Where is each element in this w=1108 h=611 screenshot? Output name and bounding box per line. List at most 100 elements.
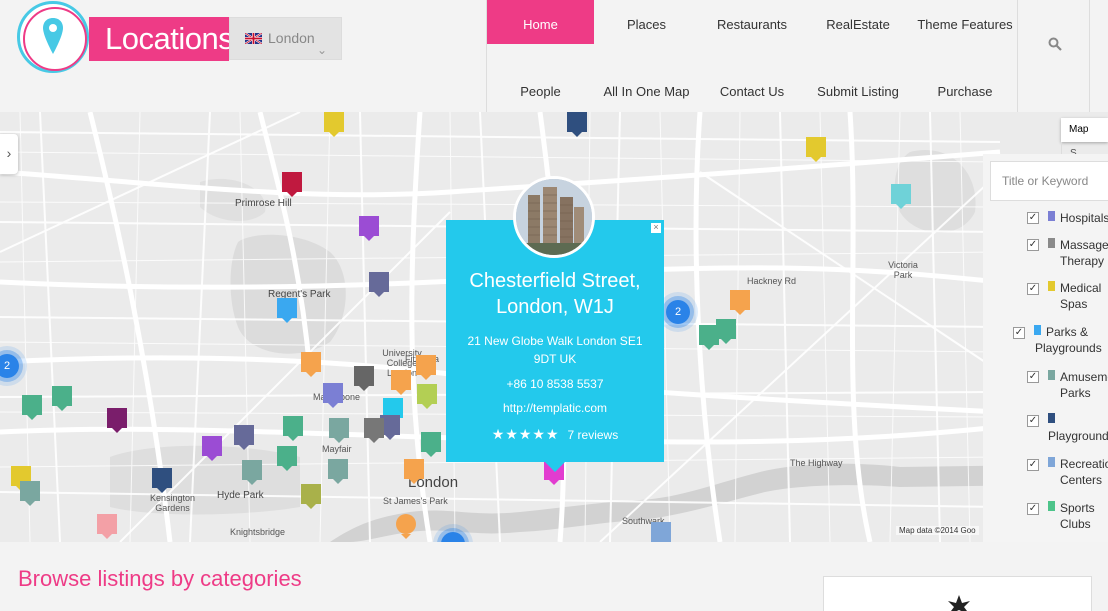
sidebar-widget <box>823 576 1092 611</box>
logo-text[interactable]: Locations <box>89 17 234 61</box>
map-marker[interactable] <box>716 319 736 344</box>
map-marker[interactable] <box>404 459 424 484</box>
map-label: Hyde Park <box>217 490 264 501</box>
popup-title[interactable]: Chesterfield Street, London, W1J <box>456 268 654 320</box>
category-label: Amusement Parks <box>1060 370 1108 400</box>
search-icon <box>1048 37 1062 51</box>
main-nav: Home Places Restaurants RealEstate Theme… <box>486 0 1018 112</box>
map-marker[interactable] <box>202 436 222 461</box>
category-label: Medical Spas <box>1060 281 1102 311</box>
map-canvas[interactable]: Primrose Hill Regent's Park University C… <box>0 112 1108 542</box>
map-marker[interactable] <box>359 216 379 241</box>
map-marker[interactable] <box>354 366 374 391</box>
map-marker[interactable] <box>20 481 40 506</box>
search-button[interactable] <box>1017 0 1090 112</box>
chevron-right-icon: › <box>6 145 12 161</box>
listing-info-popup: × Chesterfield Street, London, W1J 21 Ne… <box>446 176 664 472</box>
map-marker[interactable] <box>369 272 389 297</box>
map-marker[interactable] <box>282 172 302 197</box>
map-marker[interactable] <box>107 408 127 433</box>
listing-photo[interactable] <box>513 176 595 258</box>
map-label: Victoria Park <box>888 260 918 280</box>
map-label: Kensington Gardens <box>149 493 196 513</box>
map-marker[interactable] <box>277 298 297 323</box>
map-marker[interactable] <box>416 355 436 380</box>
nav-realestate[interactable]: RealEstate <box>805 0 911 44</box>
nav-home[interactable]: Home <box>487 0 594 44</box>
category-checkbox[interactable]: ✓ <box>1027 239 1039 251</box>
map-marker[interactable] <box>277 446 297 471</box>
category-color-tag <box>1048 457 1055 467</box>
category-label: Playgrounds <box>1048 429 1108 443</box>
map-marker[interactable] <box>283 416 303 441</box>
category-label: Recreation Centers <box>1060 457 1108 487</box>
map-type-map-button[interactable]: Map <box>1061 118 1096 142</box>
map-marker[interactable] <box>396 514 416 539</box>
map-marker[interactable] <box>328 459 348 484</box>
popup-close-button[interactable]: × <box>651 223 661 233</box>
content-section: Browse listings by categories <box>0 542 1108 611</box>
map-marker[interactable] <box>22 395 42 420</box>
star-rating-icon: ★★★★★ <box>491 426 560 442</box>
category-checkbox[interactable]: ✓ <box>1027 212 1039 224</box>
map-marker[interactable] <box>567 112 587 137</box>
city-selector[interactable]: London ⌄ <box>229 17 342 60</box>
category-checkbox[interactable]: ✓ <box>1027 503 1039 515</box>
map-marker[interactable] <box>329 418 349 443</box>
popup-address: 21 New Globe Walk London SE1 9DT UK <box>467 334 643 366</box>
chevron-down-icon: ⌄ <box>316 43 327 57</box>
map-marker[interactable] <box>323 383 343 408</box>
map-marker[interactable] <box>891 184 911 209</box>
browse-categories-heading: Browse listings by categories <box>18 566 302 591</box>
map-attribution: Map data ©2014 Goo <box>896 526 979 535</box>
keyword-search-input[interactable]: Title or Keyword <box>990 161 1108 201</box>
category-checkbox[interactable]: ✓ <box>1027 459 1039 471</box>
map-expand-toggle[interactable]: › <box>0 134 18 174</box>
nav-purchase[interactable]: Purchase <box>911 67 1019 111</box>
nav-theme-features[interactable]: Theme Features <box>911 0 1019 44</box>
map-marker[interactable] <box>364 418 384 443</box>
category-checkbox[interactable]: ✓ <box>1027 371 1039 383</box>
map-marker[interactable] <box>301 484 321 509</box>
category-color-tag <box>1048 370 1055 380</box>
map-marker[interactable] <box>97 514 117 539</box>
category-checkbox[interactable]: ✓ <box>1027 415 1039 427</box>
nav-contact-us[interactable]: Contact Us <box>699 67 805 111</box>
map-label: Knightsbridge <box>230 527 286 537</box>
marker-cluster[interactable]: 2 <box>666 300 690 324</box>
widget-logo-icon <box>948 595 970 611</box>
map-marker[interactable] <box>699 325 719 350</box>
category-label: Massage Therapy <box>1060 238 1108 268</box>
site-header: Locations London ⌄ Home Places Restauran… <box>0 0 1108 112</box>
category-label: Sports Clubs <box>1060 501 1095 531</box>
map-label: Primrose Hill <box>235 198 292 209</box>
city-selector-value: London <box>268 30 315 46</box>
map-marker[interactable] <box>421 432 441 457</box>
category-checkbox[interactable]: ✓ <box>1027 283 1039 295</box>
nav-submit-listing[interactable]: Submit Listing <box>805 67 911 111</box>
map-marker[interactable] <box>301 352 321 377</box>
popup-reviews-link[interactable]: 7 reviews <box>568 428 619 442</box>
nav-restaurants[interactable]: Restaurants <box>699 0 805 44</box>
map-marker[interactable] <box>391 370 411 395</box>
nav-people[interactable]: People <box>487 67 594 111</box>
map-type-control: MapS <box>1061 118 1108 166</box>
map-marker[interactable] <box>730 290 750 315</box>
category-color-tag <box>1048 238 1055 248</box>
map-label: The Highway <box>790 458 843 468</box>
map-marker[interactable] <box>417 384 437 409</box>
category-checkbox[interactable]: ✓ <box>1013 327 1025 339</box>
map-marker[interactable] <box>152 468 172 493</box>
popup-url-link[interactable]: http://templatic.com <box>446 401 664 415</box>
map-marker[interactable] <box>242 460 262 485</box>
map-marker[interactable] <box>234 425 254 450</box>
category-label: Parks & Playgrounds <box>1035 325 1102 355</box>
nav-all-in-one-map[interactable]: All In One Map <box>594 67 699 111</box>
map-marker[interactable] <box>806 137 826 162</box>
map-marker[interactable] <box>651 522 671 542</box>
nav-places[interactable]: Places <box>594 0 699 44</box>
map-pin-icon <box>43 18 63 54</box>
map-marker[interactable] <box>52 386 72 411</box>
popup-rating: ★★★★★ 7 reviews <box>446 426 664 443</box>
map-marker[interactable] <box>324 112 344 137</box>
